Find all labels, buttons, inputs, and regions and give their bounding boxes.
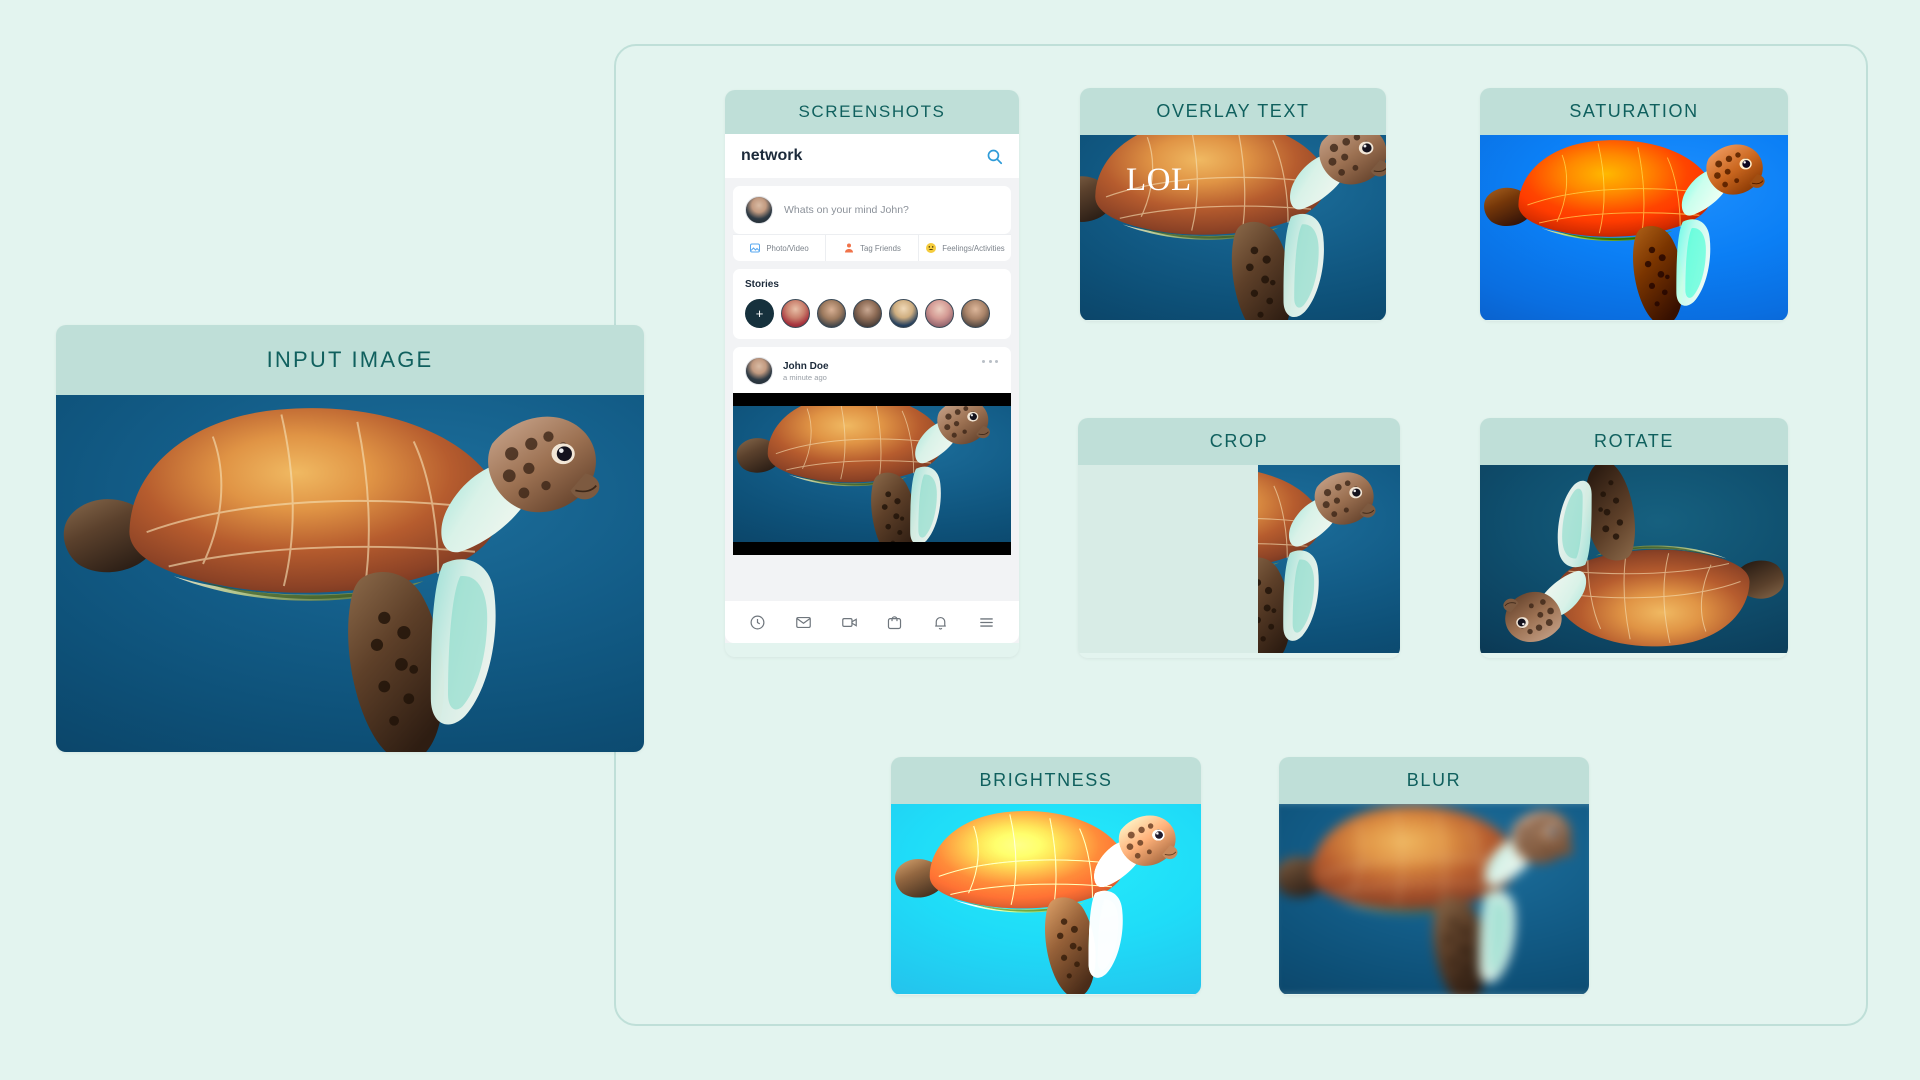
overlay-text-value: LOL	[1126, 162, 1192, 198]
story-avatar[interactable]	[889, 299, 918, 328]
story-avatar[interactable]	[961, 299, 990, 328]
input-image-title: INPUT IMAGE	[56, 325, 644, 395]
compose-action-label: Tag Friends	[860, 243, 901, 253]
crop-region	[1258, 465, 1400, 653]
phone-search-bar[interactable]: network	[725, 134, 1019, 178]
overlay-text-title: OVERLAY TEXT	[1080, 88, 1386, 135]
post-author: John Doe	[783, 360, 829, 372]
story-avatar[interactable]	[817, 299, 846, 328]
compose-actions: Photo/Video Tag Friends Feelings/Activit…	[733, 234, 1011, 261]
compose-action-feelings[interactable]: Feelings/Activities	[919, 235, 1011, 261]
brightness-title: BRIGHTNESS	[891, 757, 1201, 804]
photo-icon	[749, 242, 761, 254]
blur-title: BLUR	[1279, 757, 1589, 804]
clock-icon[interactable]	[749, 614, 766, 631]
emoji-icon	[925, 242, 937, 254]
turtle-illustration	[56, 395, 644, 752]
app-brand-label: network	[741, 147, 803, 164]
overlay-text-preview: LOL	[1080, 135, 1386, 320]
video-camera-icon[interactable]	[841, 614, 858, 631]
add-story-button[interactable]: +	[745, 299, 774, 328]
post-more-options-icon[interactable]	[982, 360, 998, 363]
post-header: John Doe a minute ago	[733, 347, 1011, 393]
compose-action-label: Feelings/Activities	[942, 243, 1005, 253]
post-timestamp: a minute ago	[783, 373, 827, 383]
search-icon[interactable]	[986, 148, 1003, 165]
compose-input-placeholder[interactable]: Whats on your mind John?	[784, 204, 909, 216]
saturation-preview	[1480, 135, 1788, 320]
rotate-title: ROTATE	[1480, 418, 1788, 465]
post-image	[733, 393, 1011, 555]
overlay-text-card[interactable]: OVERLAY TEXT LOL	[1080, 88, 1386, 321]
compose-action-label: Photo/Video	[766, 243, 809, 253]
rotate-card[interactable]: ROTATE	[1480, 418, 1788, 658]
add-story-label: +	[755, 306, 764, 321]
saturation-title: SATURATION	[1480, 88, 1788, 135]
stories-title: Stories	[745, 279, 779, 290]
stories-row[interactable]: +	[745, 299, 1011, 328]
screenshots-card[interactable]: SCREENSHOTS network Whats on your mind J…	[725, 90, 1019, 657]
screenshots-title: SCREENSHOTS	[725, 90, 1019, 134]
phone-mockup: network Whats on your mind John? Photo/V…	[725, 134, 1019, 643]
phone-feed: Whats on your mind John? Photo/Video Tag…	[725, 178, 1019, 563]
compose-action-tag-friends[interactable]: Tag Friends	[826, 235, 919, 261]
envelope-icon[interactable]	[795, 614, 812, 631]
saturation-card[interactable]: SATURATION	[1480, 88, 1788, 321]
shopping-bag-icon[interactable]	[886, 614, 903, 631]
crop-title: CROP	[1078, 418, 1400, 465]
blur-card[interactable]: BLUR	[1279, 757, 1589, 995]
crop-preview	[1078, 465, 1400, 653]
bell-icon[interactable]	[932, 614, 949, 631]
rotate-preview	[1480, 465, 1788, 653]
story-avatar[interactable]	[925, 299, 954, 328]
brightness-preview	[891, 804, 1201, 994]
stories-section: Stories +	[733, 269, 1011, 339]
compose-card[interactable]: Whats on your mind John?	[733, 186, 1011, 234]
input-image-card[interactable]: INPUT IMAGE	[56, 325, 644, 752]
avatar	[745, 196, 773, 224]
hamburger-menu-icon[interactable]	[978, 614, 995, 631]
feed-post: John Doe a minute ago	[733, 347, 1011, 555]
compose-action-photo-video[interactable]: Photo/Video	[733, 235, 826, 261]
crop-card[interactable]: CROP	[1078, 418, 1400, 658]
story-avatar[interactable]	[853, 299, 882, 328]
tag-friends-icon	[843, 242, 855, 254]
story-avatar[interactable]	[781, 299, 810, 328]
input-image-preview	[56, 395, 644, 752]
brightness-card[interactable]: BRIGHTNESS	[891, 757, 1201, 995]
blur-preview	[1279, 804, 1589, 994]
compose-post-block[interactable]: Whats on your mind John? Photo/Video Tag…	[733, 186, 1011, 261]
phone-bottom-nav[interactable]	[725, 601, 1019, 643]
avatar	[745, 357, 773, 385]
